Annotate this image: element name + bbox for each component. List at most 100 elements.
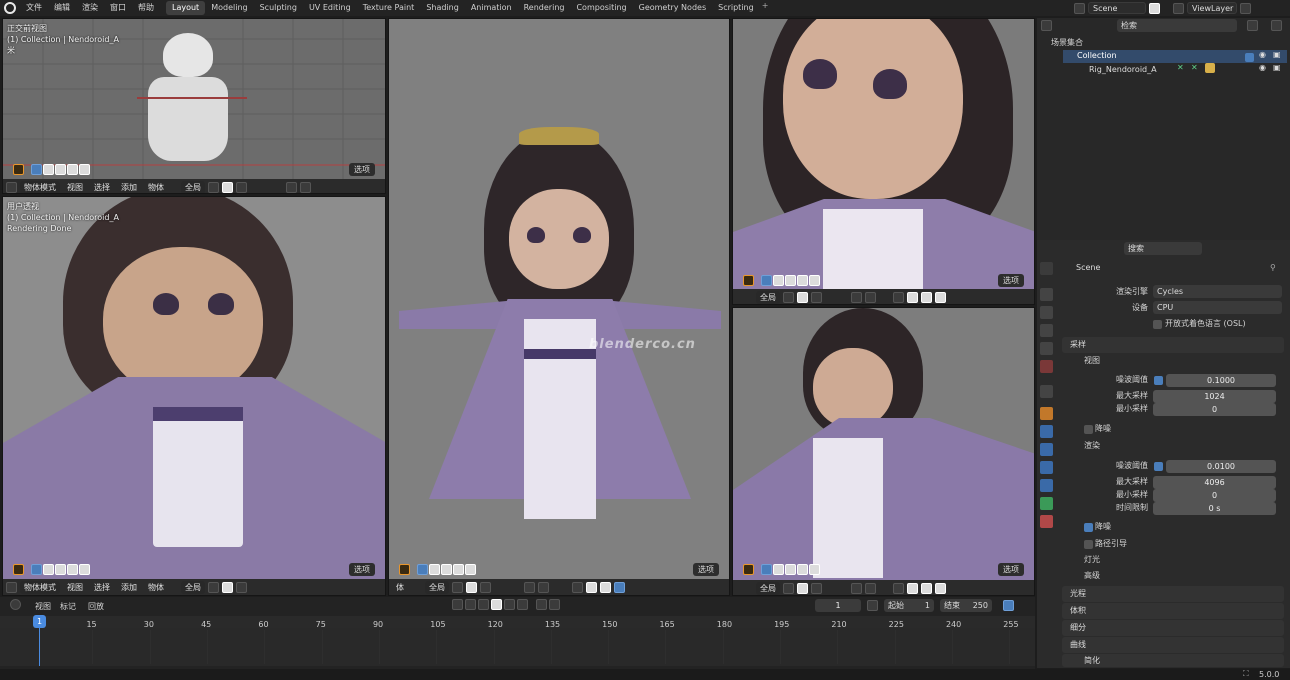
render-tab-icon[interactable] <box>1040 288 1053 301</box>
pivot-icon[interactable] <box>783 291 794 303</box>
menu-object[interactable]: 物体 <box>144 581 168 594</box>
xray-icon[interactable] <box>893 582 904 594</box>
transform-orientation[interactable]: 全局 <box>181 180 205 193</box>
options-dropdown[interactable]: 选项 <box>693 563 719 576</box>
frame-ruler[interactable] <box>0 616 1035 628</box>
select-subtract-icon[interactable] <box>785 275 796 286</box>
select-subtract-icon[interactable] <box>785 564 796 575</box>
tab-geometry-nodes[interactable]: Geometry Nodes <box>633 1 712 15</box>
select-invert-icon[interactable] <box>67 164 78 175</box>
select-intersect-icon[interactable] <box>465 564 476 575</box>
r-max-samples-field[interactable]: 4096 <box>1153 476 1276 489</box>
play-icon[interactable] <box>491 599 502 610</box>
filter-icon[interactable] <box>1247 20 1258 31</box>
view-layer-icon[interactable] <box>1173 2 1184 14</box>
gizmo-icon[interactable] <box>300 181 311 193</box>
device-select[interactable]: CPU <box>1153 301 1282 314</box>
section-subdivision[interactable]: 细分 <box>1062 620 1284 636</box>
physics-tab-icon[interactable] <box>1040 461 1053 474</box>
subsection-advanced[interactable]: 高级 <box>1084 570 1100 581</box>
viewport-center-render[interactable]: blenderco.cn 选项 体 全局 <box>388 18 730 596</box>
modifier-tab-icon[interactable] <box>1040 425 1053 438</box>
proportional-edit-icon[interactable] <box>236 181 247 193</box>
select-subtract-icon[interactable] <box>441 564 452 575</box>
particles-tab-icon[interactable] <box>1040 443 1053 456</box>
select-mode-icon[interactable] <box>761 564 772 575</box>
rig-object-item[interactable]: Rig_Nendoroid_A <box>1089 65 1157 74</box>
r-noise-threshold-field[interactable]: 0.0100 <box>1166 460 1276 473</box>
end-frame-field[interactable]: 250 <box>973 599 988 612</box>
select-extend-icon[interactable] <box>43 564 54 575</box>
transform-orientation[interactable]: 全局 <box>425 580 449 594</box>
visibility-icon[interactable] <box>524 581 535 593</box>
gizmo-icon[interactable] <box>538 581 549 593</box>
eye-icon[interactable]: ◉ <box>1259 50 1266 59</box>
tab-rendering[interactable]: Rendering <box>518 1 571 15</box>
snap-icon[interactable] <box>466 581 477 593</box>
transform-orientation[interactable]: 全局 <box>181 580 205 594</box>
proportional-edit-icon[interactable] <box>811 582 822 594</box>
new-scene-icon[interactable] <box>1149 2 1160 14</box>
viewport-user-perspective[interactable]: 用户透视 (1) Collection | Nendoroid_A Render… <box>2 196 386 596</box>
tool-tab-icon[interactable] <box>1040 262 1053 275</box>
keying-set-icon[interactable] <box>549 599 560 610</box>
path-guiding-checkbox[interactable] <box>1084 540 1093 549</box>
shading-solid-icon[interactable] <box>586 581 597 593</box>
tab-animation[interactable]: Animation <box>465 1 518 15</box>
section-light-paths[interactable]: 光程 <box>1062 586 1284 602</box>
select-invert-icon[interactable] <box>453 564 464 575</box>
tab-modeling[interactable]: Modeling <box>205 1 253 15</box>
select-mode-icon[interactable] <box>31 564 42 575</box>
camera-icon[interactable]: ▣ <box>1273 63 1281 72</box>
tab-uv-editing[interactable]: UV Editing <box>303 1 357 15</box>
section-curves[interactable]: 曲线 <box>1062 637 1284 653</box>
gizmo-icon[interactable] <box>865 291 876 303</box>
visibility-icon[interactable] <box>286 181 297 193</box>
visibility-icon[interactable] <box>851 291 862 303</box>
jump-keyframe-back-icon[interactable] <box>465 599 476 610</box>
armature-data-icon[interactable]: ✕ <box>1177 63 1184 72</box>
select-mode-icon[interactable] <box>31 164 42 175</box>
section-sampling[interactable]: 采样 <box>1062 337 1284 353</box>
tab-scripting[interactable]: Scripting <box>712 1 760 15</box>
select-extend-icon[interactable] <box>773 564 784 575</box>
r-denoise-label[interactable]: 降噪 <box>1095 521 1111 532</box>
menu-help[interactable]: 帮助 <box>132 0 160 16</box>
xray-icon[interactable] <box>572 581 583 593</box>
section-simplify[interactable]: 简化 <box>1062 654 1284 667</box>
scene-selector[interactable]: Scene <box>1088 2 1146 14</box>
vp-noise-threshold-field[interactable]: 0.1000 <box>1166 374 1276 387</box>
tab-texture-paint[interactable]: Texture Paint <box>357 1 421 15</box>
outliner-search-input[interactable]: 检索 <box>1117 19 1237 32</box>
osl-checkbox[interactable] <box>1153 320 1162 329</box>
timeline-menu-marker[interactable]: 标记 <box>60 601 76 612</box>
menu-file[interactable]: 文件 <box>20 0 48 16</box>
camera-view-icon[interactable] <box>399 564 410 575</box>
proportional-edit-icon[interactable] <box>480 581 491 593</box>
camera-view-icon[interactable] <box>743 275 754 286</box>
menu-view[interactable]: 视图 <box>63 581 87 594</box>
snap-icon[interactable] <box>222 181 233 193</box>
shading-rendered-icon[interactable] <box>935 291 946 303</box>
blender-logo-icon[interactable] <box>4 2 16 14</box>
r-min-samples-field[interactable]: 0 <box>1153 489 1276 502</box>
select-intersect-icon[interactable] <box>79 164 90 175</box>
select-extend-icon[interactable] <box>43 164 54 175</box>
timeline-area[interactable] <box>0 628 1035 666</box>
vp-denoise-checkbox[interactable] <box>1084 425 1093 434</box>
jump-start-icon[interactable] <box>452 599 463 610</box>
outliner-editor-icon[interactable] <box>1041 20 1052 31</box>
constraints-tab-icon[interactable] <box>1040 479 1053 492</box>
menu-select[interactable]: 选择 <box>90 181 114 194</box>
pivot-icon[interactable] <box>208 181 219 193</box>
select-invert-icon[interactable] <box>67 564 78 575</box>
vp-noise-threshold-checkbox[interactable] <box>1154 376 1163 385</box>
editor-type-icon[interactable] <box>6 181 17 193</box>
camera-view-icon[interactable] <box>743 564 754 575</box>
section-volumes[interactable]: 体积 <box>1062 603 1284 619</box>
camera-view-icon[interactable] <box>13 564 24 575</box>
vp-denoise-label[interactable]: 降噪 <box>1095 423 1111 434</box>
shading-material-icon[interactable] <box>921 582 932 594</box>
eye-icon[interactable]: ◉ <box>1259 63 1266 72</box>
current-frame-field[interactable]: 1 <box>815 599 861 612</box>
